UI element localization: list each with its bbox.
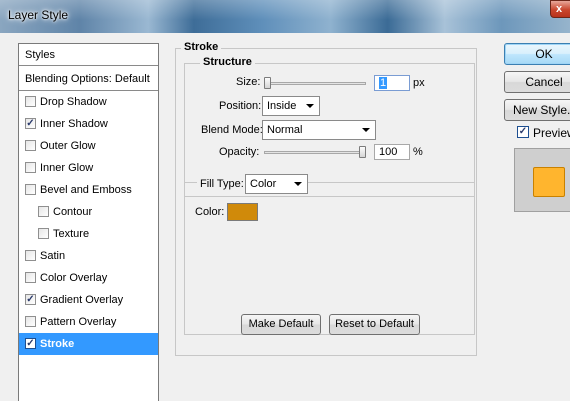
chevron-down-icon — [306, 104, 314, 108]
opacity-slider-track[interactable] — [264, 151, 366, 154]
opacity-value: 100 — [379, 146, 398, 158]
style-option-checkbox[interactable] — [25, 162, 36, 173]
dialog-body: Styles Blending Options: Default Drop Sh… — [0, 33, 570, 401]
fill-type-select[interactable]: Color — [245, 174, 308, 194]
make-default-button[interactable]: Make Default — [241, 314, 321, 335]
style-option-bevel-and-emboss[interactable]: Bevel and Emboss — [19, 179, 158, 201]
opacity-input[interactable]: 100 — [374, 144, 410, 160]
position-label: Position: — [219, 100, 262, 112]
new-style-label: New Style... — [513, 103, 570, 117]
style-option-stroke[interactable]: ✓ Stroke — [19, 333, 158, 355]
style-option-gradient-overlay[interactable]: ✓ Gradient Overlay — [19, 289, 158, 311]
styles-header[interactable]: Styles — [19, 44, 158, 66]
style-option-inner-glow[interactable]: Inner Glow — [19, 157, 158, 179]
stroke-color-swatch[interactable] — [227, 203, 258, 221]
style-option-checkbox[interactable]: ✓ — [25, 294, 36, 305]
style-option-label: Contour — [53, 206, 93, 218]
style-option-checkbox[interactable] — [38, 228, 49, 239]
style-option-checkbox[interactable] — [25, 316, 36, 327]
style-option-checkbox[interactable] — [25, 96, 36, 107]
opacity-label: Opacity: — [219, 146, 260, 158]
style-option-label: Pattern Overlay — [40, 316, 117, 328]
preview-label: Preview — [533, 126, 570, 140]
blending-options-item[interactable]: Blending Options: Default — [19, 67, 158, 91]
fill-type-value: Color — [250, 178, 277, 190]
make-default-label: Make Default — [248, 318, 314, 330]
style-option-label: Inner Glow — [40, 162, 94, 174]
style-option-label: Bevel and Emboss — [40, 184, 132, 196]
style-option-color-overlay[interactable]: Color Overlay — [19, 267, 158, 289]
style-option-checkbox[interactable] — [38, 206, 49, 217]
style-option-satin[interactable]: Satin — [19, 245, 158, 267]
style-option-texture[interactable]: Texture — [19, 223, 158, 245]
cancel-label: Cancel — [525, 75, 563, 89]
size-slider-thumb[interactable] — [264, 77, 271, 89]
preview-checkbox[interactable]: ✓ — [517, 126, 529, 138]
style-option-checkbox[interactable] — [25, 250, 36, 261]
style-option-label: Color Overlay — [40, 272, 108, 284]
size-slider-track[interactable] — [264, 82, 366, 85]
blend-mode-value: Normal — [267, 124, 303, 136]
style-option-pattern-overlay[interactable]: Pattern Overlay — [19, 311, 158, 333]
new-style-button[interactable]: New Style... — [504, 99, 570, 121]
close-button[interactable]: x — [550, 0, 570, 18]
structure-title: Structure — [200, 56, 255, 68]
opacity-unit: % — [413, 146, 423, 158]
style-option-inner-shadow[interactable]: ✓ Inner Shadow — [19, 113, 158, 135]
size-input[interactable]: 1 — [374, 75, 410, 91]
ok-label: OK — [535, 47, 553, 61]
stroke-title: Stroke — [181, 41, 222, 53]
position-select[interactable]: Inside — [262, 96, 320, 116]
close-icon: x — [556, 3, 563, 15]
style-option-label: Satin — [40, 250, 66, 262]
preview-pane — [514, 148, 570, 212]
title-bar: Layer Style x — [0, 0, 570, 33]
chevron-down-icon — [362, 128, 370, 132]
style-option-label: Inner Shadow — [40, 118, 108, 130]
blend-mode-select[interactable]: Normal — [262, 120, 376, 140]
style-option-label: Drop Shadow — [40, 96, 107, 108]
window-title: Layer Style — [8, 8, 69, 22]
fill-type-label: Fill Type: — [197, 178, 247, 190]
style-option-checkbox[interactable] — [25, 184, 36, 195]
preview-thumbnail — [533, 167, 565, 197]
style-option-label: Texture — [53, 228, 90, 240]
size-label: Size: — [236, 76, 261, 88]
ok-button[interactable]: OK — [504, 43, 570, 65]
styles-list: Styles Blending Options: Default Drop Sh… — [18, 43, 159, 401]
reset-to-default-button[interactable]: Reset to Default — [329, 314, 420, 335]
style-option-contour[interactable]: Contour — [19, 201, 158, 223]
style-option-checkbox[interactable]: ✓ — [25, 118, 36, 129]
opacity-slider-thumb[interactable] — [359, 146, 366, 158]
blend-mode-label: Blend Mode: — [201, 124, 263, 136]
color-label: Color: — [195, 206, 225, 218]
style-option-checkbox[interactable] — [25, 272, 36, 283]
style-option-checkbox[interactable]: ✓ — [25, 338, 36, 349]
position-value: Inside — [267, 100, 297, 112]
reset-to-default-label: Reset to Default — [335, 318, 414, 330]
style-option-drop-shadow[interactable]: Drop Shadow — [19, 91, 158, 113]
style-option-outer-glow[interactable]: Outer Glow — [19, 135, 158, 157]
style-option-label: Outer Glow — [40, 140, 96, 152]
style-option-label: Stroke — [40, 338, 75, 350]
size-unit: px — [413, 77, 425, 89]
chevron-down-icon — [294, 182, 302, 186]
size-value: 1 — [379, 77, 388, 89]
style-option-label: Gradient Overlay — [40, 294, 124, 306]
cancel-button[interactable]: Cancel — [504, 71, 570, 93]
style-option-checkbox[interactable] — [25, 140, 36, 151]
